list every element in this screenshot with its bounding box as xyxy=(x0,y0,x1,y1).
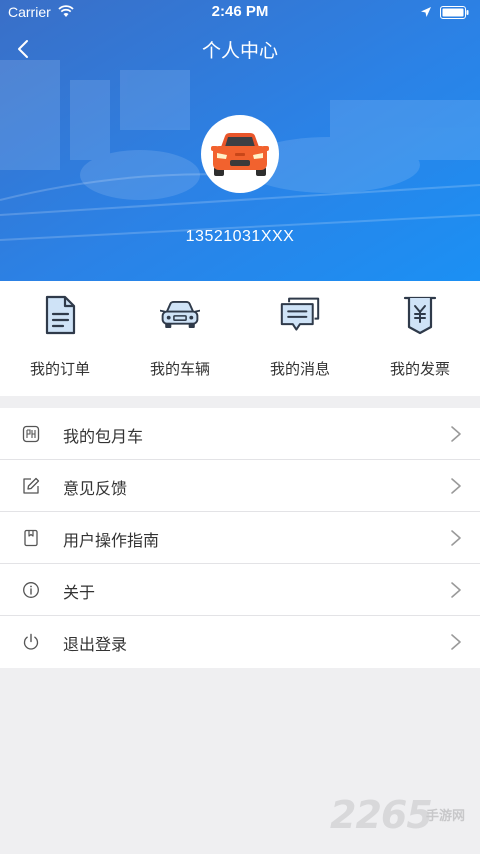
watermark-number: 2265 xyxy=(330,793,433,837)
quick-item-invoices[interactable]: 我的发票 xyxy=(360,281,480,396)
list-item-about[interactable]: 关于 xyxy=(0,564,480,616)
menu-list: 我的包月车 意见反馈 用户操作指南 关于 退出登录 xyxy=(0,408,480,668)
list-label: 意见反馈 xyxy=(63,479,128,498)
power-icon xyxy=(23,633,39,650)
quick-label: 我的消息 xyxy=(269,360,330,378)
site-watermark: 2265 手游网 xyxy=(330,793,480,843)
watermark-site: 手游网 xyxy=(426,809,466,824)
chevron-right-icon xyxy=(451,530,461,546)
list-label: 我的包月车 xyxy=(63,427,144,446)
document-icon xyxy=(40,295,80,335)
list-item-user-guide[interactable]: 用户操作指南 xyxy=(0,512,480,564)
status-bar: Carrier 2:46 PM xyxy=(0,0,480,26)
quick-label: 我的发票 xyxy=(389,360,450,378)
page-title: 个人中心 xyxy=(201,40,278,62)
status-time: 2:46 PM xyxy=(211,3,269,20)
location-icon xyxy=(421,7,431,17)
chevron-right-icon xyxy=(451,478,461,494)
phone-number: 13521031XXX xyxy=(185,228,295,245)
guide-icon xyxy=(24,529,38,547)
navigation-bar: 个人中心 xyxy=(0,26,480,72)
list-label: 退出登录 xyxy=(63,635,128,654)
quick-menu: 我的订单 我的车辆 我的消息 我的发票 xyxy=(0,281,480,396)
edit-icon xyxy=(23,477,40,494)
monthly-pass-icon xyxy=(22,425,40,443)
invoice-icon xyxy=(400,295,440,335)
chevron-right-icon xyxy=(451,634,461,650)
quick-item-orders[interactable]: 我的订单 xyxy=(0,281,120,396)
quick-label: 我的订单 xyxy=(29,360,90,378)
chevron-right-icon xyxy=(451,426,461,442)
list-item-monthly-pass[interactable]: 我的包月车 xyxy=(0,408,480,460)
info-icon xyxy=(23,582,39,598)
message-icon xyxy=(280,295,320,335)
car-front-icon xyxy=(160,295,200,335)
avatar[interactable] xyxy=(201,115,279,193)
car-icon xyxy=(211,133,269,176)
quick-label: 我的车辆 xyxy=(149,360,210,378)
quick-item-vehicles[interactable]: 我的车辆 xyxy=(120,281,240,396)
profile-header: Carrier 2:46 PM 个人中心 13521031XXX xyxy=(0,0,480,281)
list-item-feedback[interactable]: 意见反馈 xyxy=(0,460,480,512)
list-item-logout[interactable]: 退出登录 xyxy=(0,616,480,668)
chevron-right-icon xyxy=(451,582,461,598)
quick-item-messages[interactable]: 我的消息 xyxy=(240,281,360,396)
list-label: 用户操作指南 xyxy=(63,531,160,550)
battery-icon xyxy=(440,6,469,19)
list-label: 关于 xyxy=(63,583,96,602)
